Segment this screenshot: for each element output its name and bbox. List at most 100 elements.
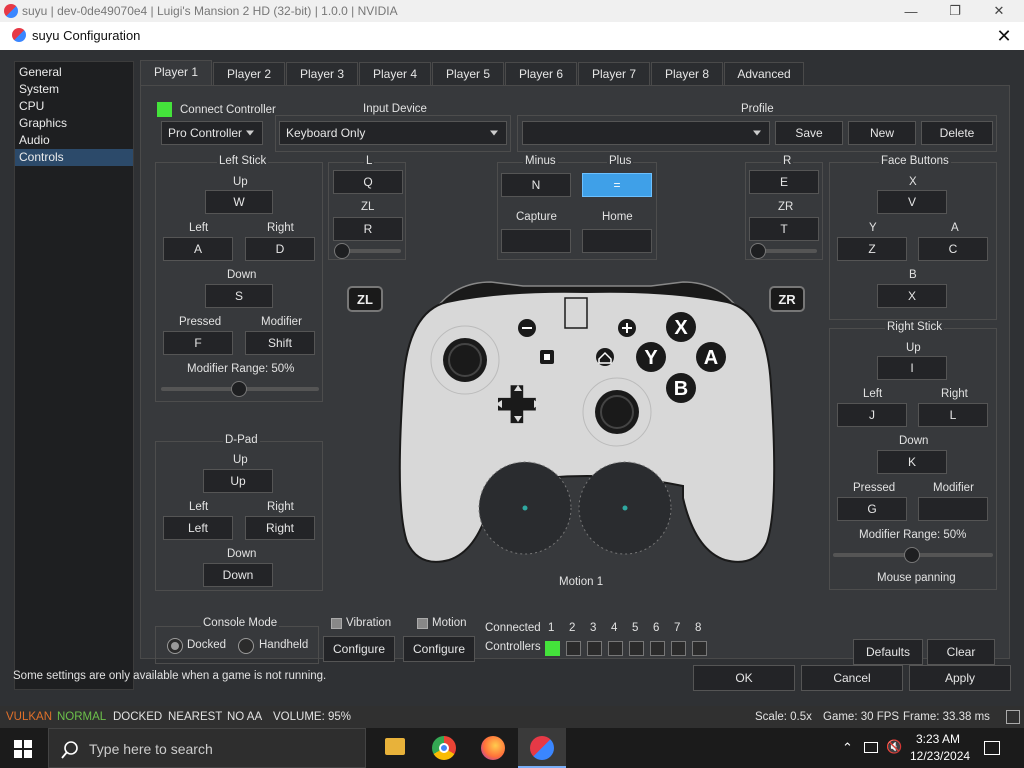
right-stick-down-button[interactable]: K: [877, 450, 947, 474]
y-button[interactable]: Z: [837, 237, 907, 261]
controller-slot-8-indicator[interactable]: [692, 641, 707, 656]
tab-player-8[interactable]: Player 8: [651, 62, 723, 86]
close-window-button[interactable]: ✕: [976, 0, 1022, 22]
chrome-icon[interactable]: [432, 736, 456, 760]
apply-button[interactable]: Apply: [909, 665, 1011, 691]
controller-slot-2-indicator[interactable]: [566, 641, 581, 656]
right-stick-right-button[interactable]: L: [918, 403, 988, 427]
left-stick-up-button[interactable]: W: [205, 190, 273, 214]
sidebar-item-audio[interactable]: Audio: [15, 132, 133, 149]
right-stick-left-button[interactable]: J: [837, 403, 907, 427]
save-profile-button[interactable]: Save: [775, 121, 843, 145]
gpu-accuracy-status[interactable]: NORMAL: [57, 711, 106, 723]
connect-controller-checkbox[interactable]: [157, 102, 172, 117]
dpad-right-button[interactable]: Right: [245, 516, 315, 540]
chevron-up-icon[interactable]: ⌃: [842, 740, 853, 756]
cancel-button[interactable]: Cancel: [801, 665, 903, 691]
dpad-left-button[interactable]: Left: [163, 516, 233, 540]
graphics-api-status[interactable]: VULKAN: [6, 711, 52, 723]
file-explorer-icon[interactable]: [385, 738, 405, 755]
dpad-up-button[interactable]: Up: [203, 469, 273, 493]
tab-player-5[interactable]: Player 5: [432, 62, 504, 86]
capture-button[interactable]: [501, 229, 571, 253]
aa-status[interactable]: NO AA: [227, 711, 262, 723]
dialog-close-button[interactable]: ✕: [992, 24, 1016, 48]
vibration-configure-button[interactable]: Configure: [323, 636, 395, 662]
controller-slot-1-indicator[interactable]: [545, 641, 560, 656]
fullscreen-icon[interactable]: [1006, 710, 1020, 724]
sidebar-item-cpu[interactable]: CPU: [15, 98, 133, 115]
right-stick-modifier-button[interactable]: [918, 497, 988, 521]
left-stick-modifier-range-handle[interactable]: [231, 381, 247, 397]
left-stick-pressed-button[interactable]: F: [163, 331, 233, 355]
defaults-button[interactable]: Defaults: [853, 639, 923, 665]
tab-advanced[interactable]: Advanced: [724, 62, 804, 86]
ok-button[interactable]: OK: [693, 665, 795, 691]
handheld-radio[interactable]: [238, 638, 254, 654]
motion-checkbox[interactable]: [417, 618, 428, 629]
docked-radio[interactable]: [167, 638, 183, 654]
l-button[interactable]: Q: [333, 170, 403, 194]
sidebar-item-general[interactable]: General: [15, 64, 133, 81]
zr-button[interactable]: T: [749, 217, 819, 241]
right-stick-modifier-label: Modifier: [933, 482, 974, 494]
controller-slot-6-indicator[interactable]: [650, 641, 665, 656]
taskbar-search-box[interactable]: Type here to search: [48, 728, 366, 768]
motion-configure-button[interactable]: Configure: [403, 636, 475, 662]
b-button[interactable]: X: [877, 284, 947, 308]
left-stick-modifier-button[interactable]: Shift: [245, 331, 315, 355]
windows-start-icon[interactable]: [14, 740, 32, 758]
clear-button[interactable]: Clear: [927, 639, 995, 665]
sidebar-item-controls[interactable]: Controls: [15, 149, 133, 166]
tab-player-3[interactable]: Player 3: [286, 62, 358, 86]
left-stick-left-button[interactable]: A: [163, 237, 233, 261]
restore-button[interactable]: ❐: [932, 0, 978, 22]
new-profile-button[interactable]: New: [848, 121, 916, 145]
controller-slot-number: 2: [569, 622, 576, 634]
filter-status[interactable]: NEAREST: [168, 711, 222, 723]
minimize-button[interactable]: —: [888, 0, 934, 22]
x-button[interactable]: V: [877, 190, 947, 214]
profile-select[interactable]: [522, 121, 770, 145]
tab-player-4[interactable]: Player 4: [359, 62, 431, 86]
clock-date[interactable]: 12/23/2024: [910, 749, 970, 763]
notifications-icon[interactable]: [984, 741, 1000, 755]
controller-slot-number: 6: [653, 622, 660, 634]
zl-button[interactable]: R: [333, 217, 403, 241]
left-stick-down-button[interactable]: S: [205, 284, 273, 308]
controller-slot-4-indicator[interactable]: [608, 641, 623, 656]
b-label: B: [909, 269, 917, 281]
network-icon[interactable]: [864, 742, 878, 753]
plus-button[interactable]: =: [582, 173, 652, 197]
a-button[interactable]: C: [918, 237, 988, 261]
zl-threshold-handle[interactable]: [334, 243, 350, 259]
dock-mode-status[interactable]: DOCKED: [113, 711, 162, 723]
clock-time[interactable]: 3:23 AM: [916, 732, 960, 746]
minus-button[interactable]: N: [501, 173, 571, 197]
right-stick-modifier-range-handle[interactable]: [904, 547, 920, 563]
tab-player-2[interactable]: Player 2: [213, 62, 285, 86]
firefox-icon[interactable]: [481, 736, 505, 760]
dpad-down-button[interactable]: Down: [203, 563, 273, 587]
suyu-taskbar-item[interactable]: [518, 728, 566, 768]
r-button[interactable]: E: [749, 170, 819, 194]
tab-player-1[interactable]: Player 1: [140, 60, 212, 86]
controller-type-select[interactable]: Pro Controller: [161, 121, 263, 145]
controller-slot-7-indicator[interactable]: [671, 641, 686, 656]
input-device-select[interactable]: Keyboard Only: [279, 121, 507, 145]
delete-profile-button[interactable]: Delete: [921, 121, 993, 145]
vibration-checkbox[interactable]: [331, 618, 342, 629]
controller-slot-3-indicator[interactable]: [587, 641, 602, 656]
tab-player-7[interactable]: Player 7: [578, 62, 650, 86]
right-stick-pressed-button[interactable]: G: [837, 497, 907, 521]
left-stick-right-button[interactable]: D: [245, 237, 315, 261]
controller-slot-5-indicator[interactable]: [629, 641, 644, 656]
zr-threshold-handle[interactable]: [750, 243, 766, 259]
home-button[interactable]: [582, 229, 652, 253]
sidebar-item-graphics[interactable]: Graphics: [15, 115, 133, 132]
speaker-muted-icon[interactable]: 🔇: [886, 739, 902, 755]
tab-player-6[interactable]: Player 6: [505, 62, 577, 86]
sidebar-item-system[interactable]: System: [15, 81, 133, 98]
volume-status[interactable]: VOLUME: 95%: [273, 711, 351, 723]
right-stick-up-button[interactable]: I: [877, 356, 947, 380]
